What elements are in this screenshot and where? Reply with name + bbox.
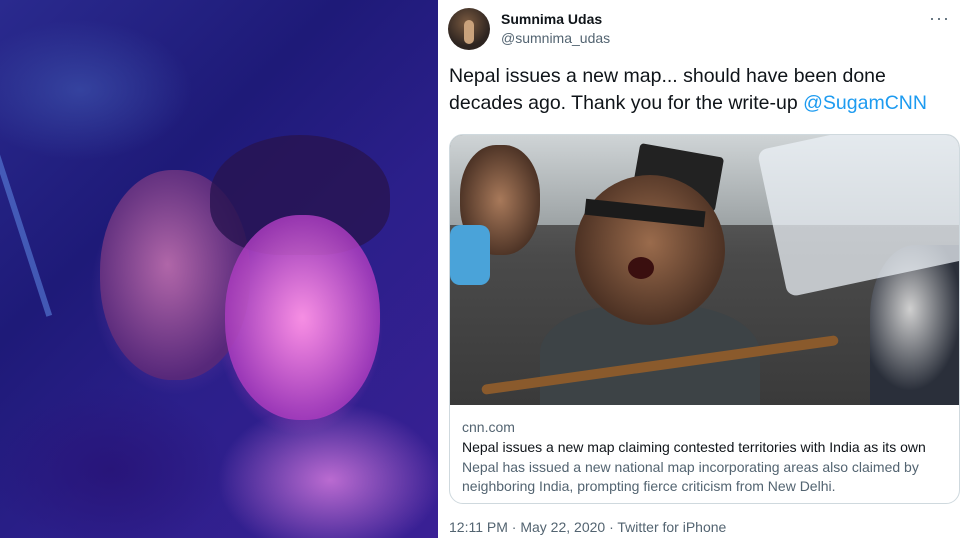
avatar[interactable] — [448, 8, 490, 50]
left-photo-club-scene — [0, 0, 438, 538]
light-stripe — [0, 153, 53, 317]
card-description: Nepal has issued a new national map inco… — [462, 459, 919, 494]
image-mouth — [628, 257, 654, 279]
tweet-time[interactable]: 12:11 PM — [449, 519, 508, 535]
tweet-meta: 12:11 PM · May 22, 2020 · Twitter for iP… — [449, 519, 726, 535]
display-name[interactable]: Sumnima Udas — [501, 11, 602, 27]
meta-separator: · — [609, 519, 614, 535]
tweet-text: Nepal issues a new map... should have be… — [449, 63, 959, 117]
card-title: Nepal issues a new map claiming conteste… — [462, 439, 926, 455]
user-handle[interactable]: @sumnima_udas — [501, 30, 610, 46]
more-horizontal-icon[interactable]: ··· — [929, 8, 950, 29]
link-card[interactable]: cnn.com Nepal issues a new map claiming … — [449, 134, 960, 504]
image-gloved-arm — [450, 225, 490, 285]
image-shouting-man — [575, 175, 725, 325]
tweet-embed: Sumnima Udas @sumnima_udas ··· Nepal iss… — [438, 0, 964, 538]
meta-separator: · — [511, 519, 517, 535]
tweet-date[interactable]: May 22, 2020 — [520, 519, 605, 535]
person-right-head — [225, 215, 380, 420]
mention-link[interactable]: @SugamCNN — [803, 92, 927, 114]
avatar-figure — [464, 20, 474, 44]
tweet-source[interactable]: Twitter for iPhone — [617, 519, 726, 535]
card-domain: cnn.com — [462, 419, 515, 435]
card-image-protest — [450, 135, 959, 405]
